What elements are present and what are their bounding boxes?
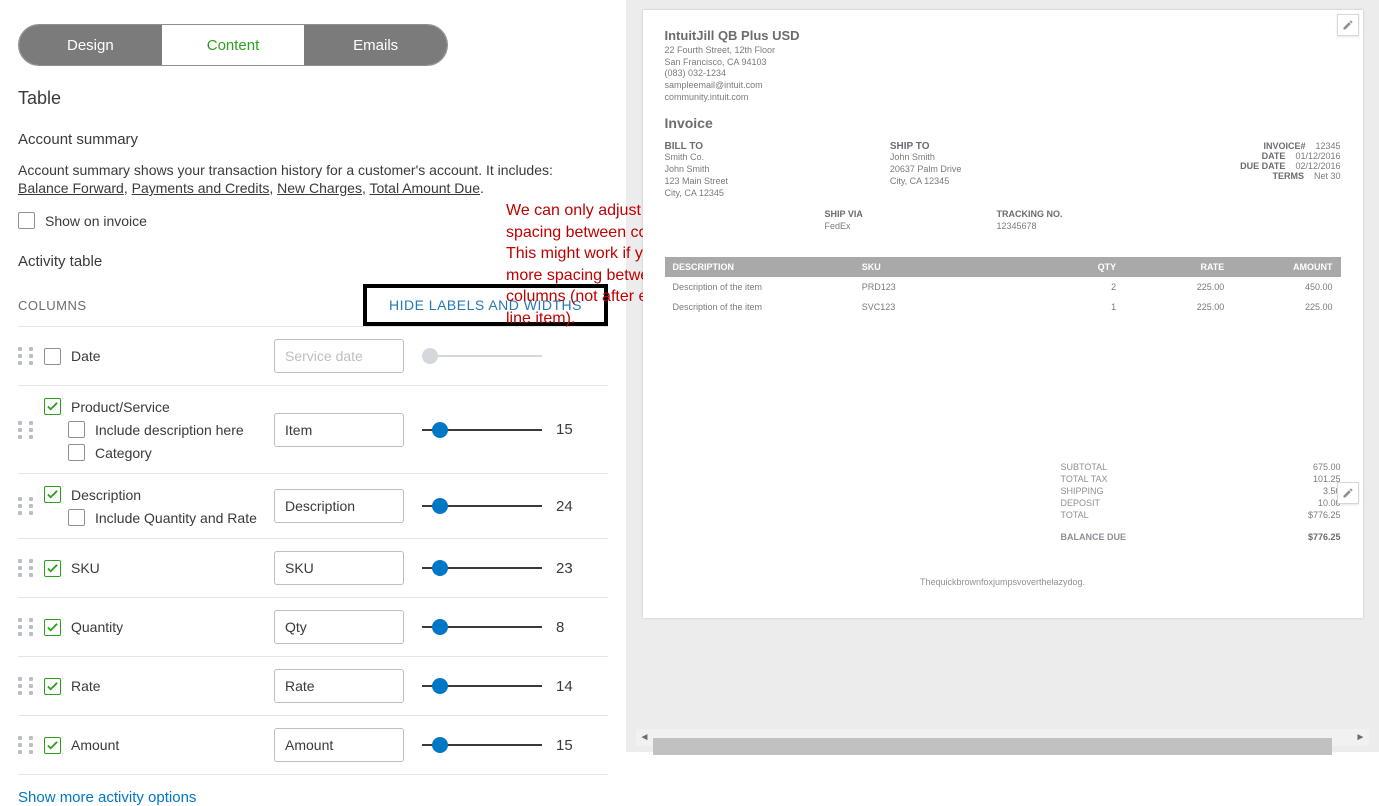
- width-value: 24: [556, 498, 576, 515]
- width-value: 15: [556, 737, 576, 754]
- column-row-description: Description Include Quantity and Rate 24: [18, 474, 608, 539]
- drag-handle[interactable]: [18, 736, 36, 754]
- drag-handle[interactable]: [18, 497, 36, 515]
- ship-to-0: John Smith: [890, 152, 1115, 164]
- ship-to-1: 20637 Palm Drive: [890, 164, 1115, 176]
- column-row-product: Product/Service Include description here C…: [18, 386, 608, 474]
- column-label: Description: [71, 487, 141, 503]
- bill-to-0: Smith Co.: [665, 152, 890, 164]
- column-checkbox-rate[interactable]: [44, 678, 61, 695]
- ship-to-2: City, CA 12345: [890, 176, 1115, 188]
- totals-block: SUBTOTAL675.00TOTAL TAX101.25SHIPPING3.5…: [1061, 461, 1341, 543]
- column-label: Amount: [71, 737, 119, 753]
- column-label-input-product[interactable]: [274, 413, 404, 447]
- column-checkbox-amount[interactable]: [44, 737, 61, 754]
- width-slider-description[interactable]: [422, 496, 542, 516]
- column-row-date: Date: [18, 326, 608, 386]
- table-row: Description of the itemSVC1231225.00225.…: [665, 297, 1341, 317]
- drag-handle[interactable]: [18, 421, 36, 439]
- tab-bar: Design Content Emails: [18, 24, 448, 66]
- company-addr1: 22 Fourth Street, 12th Floor: [665, 45, 1341, 57]
- column-label: Date: [71, 348, 101, 364]
- sub-checkbox[interactable]: [68, 444, 85, 461]
- column-row-sku: SKU 23: [18, 539, 608, 598]
- width-slider-rate[interactable]: [422, 676, 542, 696]
- drag-handle[interactable]: [18, 677, 36, 695]
- columns-list: Date Product/Service Include description h…: [18, 326, 608, 775]
- column-label-input-sku[interactable]: [274, 551, 404, 585]
- bill-to-1: John Smith: [665, 164, 890, 176]
- doc-title: Invoice: [665, 115, 1341, 131]
- invoice-preview: IntuitJill QB Plus USD 22 Fourth Street,…: [643, 10, 1363, 618]
- column-label-input-description[interactable]: [274, 489, 404, 523]
- column-row-rate: Rate 14: [18, 657, 608, 716]
- table-row: Description of the itemPRD1232225.00450.…: [665, 277, 1341, 297]
- preview-panel: We can only adjust the spacing between c…: [626, 0, 1379, 752]
- drag-handle[interactable]: [18, 559, 36, 577]
- edit-header-button[interactable]: [1337, 14, 1359, 36]
- width-value: 23: [556, 560, 576, 577]
- column-row-quantity: Quantity 8: [18, 598, 608, 657]
- footer-text: Thequickbrownfoxjumpsvoverthelazydog.: [665, 577, 1341, 587]
- bill-to-2: 123 Main Street: [665, 176, 890, 188]
- bill-to-label: BILL TO: [665, 141, 890, 152]
- tracking: 12345678: [997, 221, 1169, 231]
- column-label-input-amount[interactable]: [274, 728, 404, 762]
- ship-via-label: SHIP VIA: [825, 209, 997, 219]
- width-slider-amount[interactable]: [422, 735, 542, 755]
- show-on-invoice-checkbox[interactable]: [18, 212, 35, 229]
- width-slider-quantity[interactable]: [422, 617, 542, 637]
- columns-label: COLUMNS: [18, 298, 87, 313]
- sub-label: Include description here: [95, 422, 244, 438]
- invoice-meta: INVOICE#12345 DATE01/12/2016 DUE DATE02/…: [1115, 141, 1340, 199]
- bill-to-3: City, CA 12345: [665, 188, 890, 200]
- column-label-input-date[interactable]: [274, 339, 404, 373]
- column-checkbox-quantity[interactable]: [44, 619, 61, 636]
- column-checkbox-product[interactable]: [44, 398, 61, 415]
- column-checkbox-sku[interactable]: [44, 560, 61, 577]
- width-value: 8: [556, 619, 576, 636]
- account-summary-desc: Account summary shows your transaction h…: [18, 162, 608, 178]
- account-summary-heading: Account summary: [18, 131, 608, 148]
- tab-content[interactable]: Content: [162, 25, 305, 65]
- width-slider-sku[interactable]: [422, 558, 542, 578]
- line-items-table: DESCRIPTION SKU QTY RATE AMOUNT Descript…: [665, 257, 1341, 317]
- ship-via: FedEx: [825, 221, 997, 231]
- column-checkbox-date[interactable]: [44, 348, 61, 365]
- company-phone: (083) 032-1234: [665, 68, 1341, 80]
- tab-emails[interactable]: Emails: [304, 25, 447, 65]
- width-value: 14: [556, 678, 576, 695]
- show-on-invoice-label: Show on invoice: [45, 213, 147, 229]
- sub-label: Include Quantity and Rate: [95, 510, 257, 526]
- ship-to-label: SHIP TO: [890, 141, 1115, 152]
- sub-checkbox[interactable]: [68, 509, 85, 526]
- sub-label: Category: [95, 445, 152, 461]
- edit-totals-button[interactable]: [1337, 482, 1359, 504]
- sub-checkbox[interactable]: [68, 421, 85, 438]
- show-more-activity-link[interactable]: Show more activity options: [18, 789, 196, 806]
- column-checkbox-description[interactable]: [44, 486, 61, 503]
- column-label: SKU: [71, 560, 100, 576]
- width-slider-date: [422, 346, 542, 366]
- column-label: Quantity: [71, 619, 123, 635]
- company-addr2: San Francisco, CA 94103: [665, 57, 1341, 69]
- drag-handle[interactable]: [18, 347, 36, 365]
- width-value: 15: [556, 421, 576, 438]
- left-panel: Design Content Emails Table Account summ…: [0, 0, 626, 752]
- horizontal-scrollbar[interactable]: ◄ ►: [636, 729, 1369, 746]
- tab-design[interactable]: Design: [19, 25, 162, 65]
- company-email: sampleemail@intuit.com: [665, 80, 1341, 92]
- company-name: IntuitJill QB Plus USD: [665, 28, 1341, 43]
- tracking-label: TRACKING NO.: [997, 209, 1169, 219]
- table-heading: Table: [18, 88, 608, 109]
- column-label-input-quantity[interactable]: [274, 610, 404, 644]
- column-row-amount: Amount 15: [18, 716, 608, 775]
- drag-handle[interactable]: [18, 618, 36, 636]
- column-label-input-rate[interactable]: [274, 669, 404, 703]
- column-label: Rate: [71, 678, 101, 694]
- column-label: Product/Service: [71, 399, 170, 415]
- width-slider-product[interactable]: [422, 420, 542, 440]
- account-summary-links: Balance Forward, Payments and Credits, N…: [18, 180, 608, 196]
- company-web: community.intuit.com: [665, 92, 1341, 104]
